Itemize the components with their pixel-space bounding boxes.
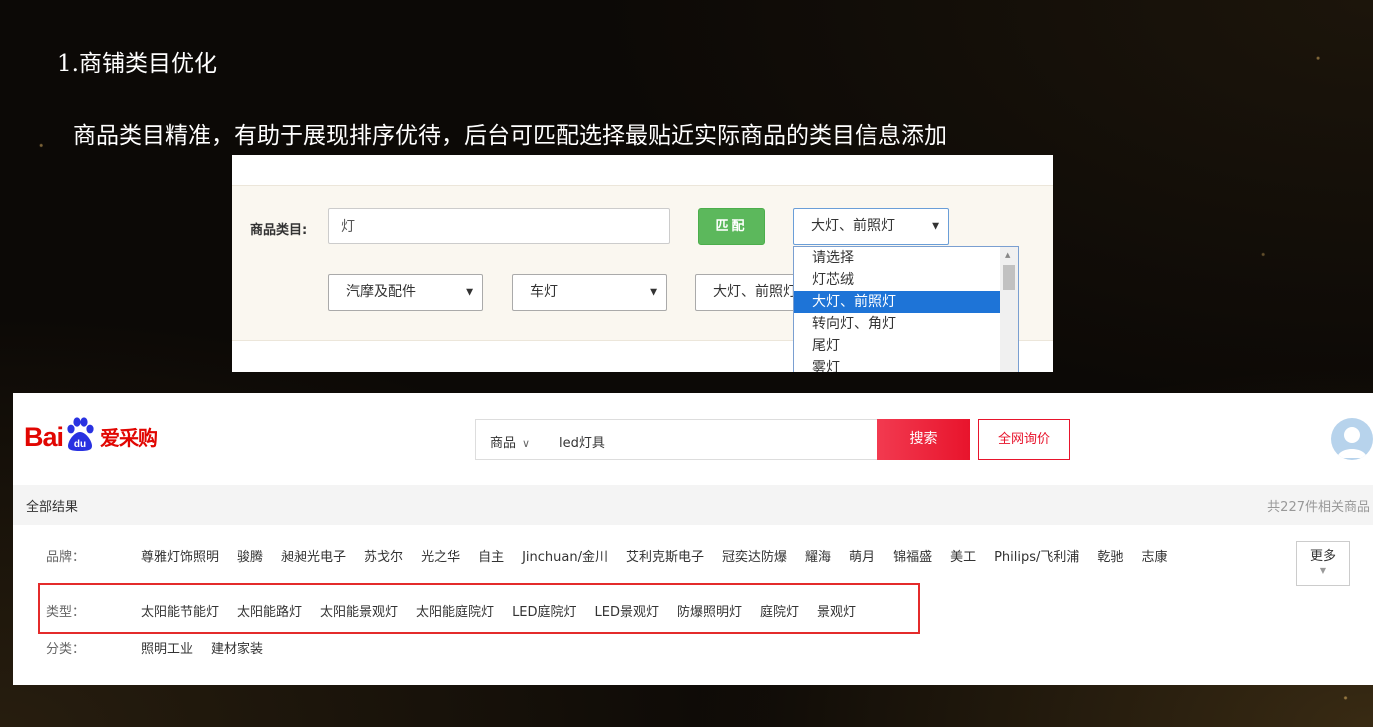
dropdown-option[interactable]: 大灯、前照灯 [794, 291, 1000, 313]
brand-filter-item[interactable]: 自主 [478, 546, 504, 565]
level1-category-select[interactable]: 汽摩及配件 ▼ [328, 274, 483, 311]
dropdown-option[interactable]: 转向灯、角灯 [794, 313, 1000, 335]
brand-filter-item[interactable]: 锦福盛 [893, 546, 932, 565]
chevron-down-icon: ∨ [522, 437, 531, 450]
brand-filter-item[interactable]: 骏腾 [237, 546, 263, 565]
brand-filter-item[interactable]: 萌月 [849, 546, 875, 565]
class-filter-label: 分类： [46, 642, 86, 657]
brand-filter-item[interactable]: 苏戈尔 [364, 546, 403, 565]
dropdown-arrow-icon: ▼ [466, 287, 473, 297]
brand-filter-label: 品牌： [46, 550, 86, 565]
level2-category-select[interactable]: 车灯 ▼ [512, 274, 667, 311]
user-avatar[interactable] [1331, 418, 1373, 460]
dropdown-options: 请选择 灯芯绒 大灯、前照灯 转向灯、角灯 尾灯 雾灯 [794, 247, 1000, 372]
category-dropdown-list[interactable]: 请选择 灯芯绒 大灯、前照灯 转向灯、角灯 尾灯 雾灯 ▲ [793, 246, 1019, 372]
brand-filter-item[interactable]: 昶昶光电子 [281, 546, 346, 565]
brand-filter-item[interactable]: 光之华 [421, 546, 460, 565]
dropdown-arrow-icon: ▼ [650, 287, 657, 297]
brand-filter-item[interactable]: 乾驰 [1097, 546, 1123, 565]
search-scope-label: 商品 [490, 436, 517, 451]
scroll-up-icon[interactable]: ▲ [1005, 251, 1010, 259]
matched-category-value: 大灯、前照灯 [811, 218, 895, 234]
brand-filter-item[interactable]: 耀海 [805, 546, 831, 565]
level1-category-value: 汽摩及配件 [346, 284, 416, 300]
dropdown-option[interactable]: 尾灯 [794, 335, 1000, 357]
category-input[interactable] [328, 208, 670, 244]
search-input[interactable]: led灯具 [559, 432, 605, 451]
matched-category-select[interactable]: 大灯、前照灯 ▼ [793, 208, 949, 245]
dropdown-scrollbar[interactable]: ▲ [1000, 247, 1018, 372]
search-scope-select[interactable]: 商品 ∨ [490, 432, 530, 451]
match-button[interactable]: 匹配 [698, 208, 765, 245]
class-filter-item[interactable]: 建材家装 [211, 638, 263, 657]
more-brands-button[interactable]: 更多 ▼ [1296, 541, 1350, 586]
more-label: 更多 [1309, 549, 1336, 564]
brand-filter-item[interactable]: Philips/飞利浦 [994, 546, 1079, 565]
search-button[interactable]: 搜索 [877, 419, 970, 460]
brand-filter-item[interactable]: 艾利克斯电子 [626, 546, 704, 565]
results-bar [13, 485, 1373, 525]
category-matcher-screenshot: 商品类目: 匹配 大灯、前照灯 ▼ 汽摩及配件 ▼ 车灯 ▼ 大灯、前照灯 请选… [232, 155, 1053, 372]
aicaigou-screenshot: Bai du 爱采购 商品 ∨ led灯具 搜索 全网询价 全部结果 共227件相… [13, 393, 1373, 685]
class-filter-item[interactable]: 照明工业 [141, 638, 193, 657]
brand-filter-item[interactable]: 美工 [950, 546, 976, 565]
brand-filter-list: 尊雅灯饰照明 骏腾 昶昶光电子 苏戈尔 光之华 自主 Jinchuan/金川 艾利克斯电子 冠奕… [141, 546, 1185, 565]
logo-du-text: du [74, 439, 86, 450]
brand-filter-item[interactable]: Jinchuan/金川 [522, 546, 608, 565]
dropdown-option[interactable]: 请选择 [794, 247, 1000, 269]
search-box[interactable]: 商品 ∨ led灯具 [475, 419, 879, 460]
brand-filter-item[interactable]: 志康 [1141, 546, 1167, 565]
logo-bai-text: Bai [24, 422, 64, 452]
all-results-label[interactable]: 全部结果 [26, 496, 78, 515]
dropdown-option[interactable]: 灯芯绒 [794, 269, 1000, 291]
baidu-paw-icon: du [64, 415, 96, 453]
category-label: 商品类目: [250, 223, 308, 238]
baidu-aicaigou-logo[interactable]: Bai du 爱采购 [24, 415, 158, 453]
class-filter-list: 照明工业 建材家装 [141, 638, 281, 657]
logo-aicaigou-text: 爱采购 [100, 426, 158, 450]
dropdown-arrow-icon: ▼ [932, 221, 939, 231]
slide-title: 1.商铺类目优化 [57, 51, 217, 77]
inquiry-button[interactable]: 全网询价 [978, 419, 1070, 460]
level3-category-value: 大灯、前照灯 [713, 284, 797, 300]
brand-filter-item[interactable]: 冠奕达防爆 [722, 546, 787, 565]
result-count: 共227件相关商品 [1267, 500, 1370, 515]
chevron-down-icon: ▼ [1319, 566, 1327, 575]
scroll-thumb[interactable] [1003, 265, 1015, 290]
brand-filter-item[interactable]: 尊雅灯饰照明 [141, 546, 219, 565]
level2-category-value: 车灯 [530, 284, 558, 300]
type-highlight-box [38, 583, 920, 634]
dropdown-option[interactable]: 雾灯 [794, 357, 1000, 372]
slide-subtitle: 商品类目精准，有助于展现排序优待，后台可匹配选择最贴近实际商品的类目信息添加 [73, 123, 947, 149]
